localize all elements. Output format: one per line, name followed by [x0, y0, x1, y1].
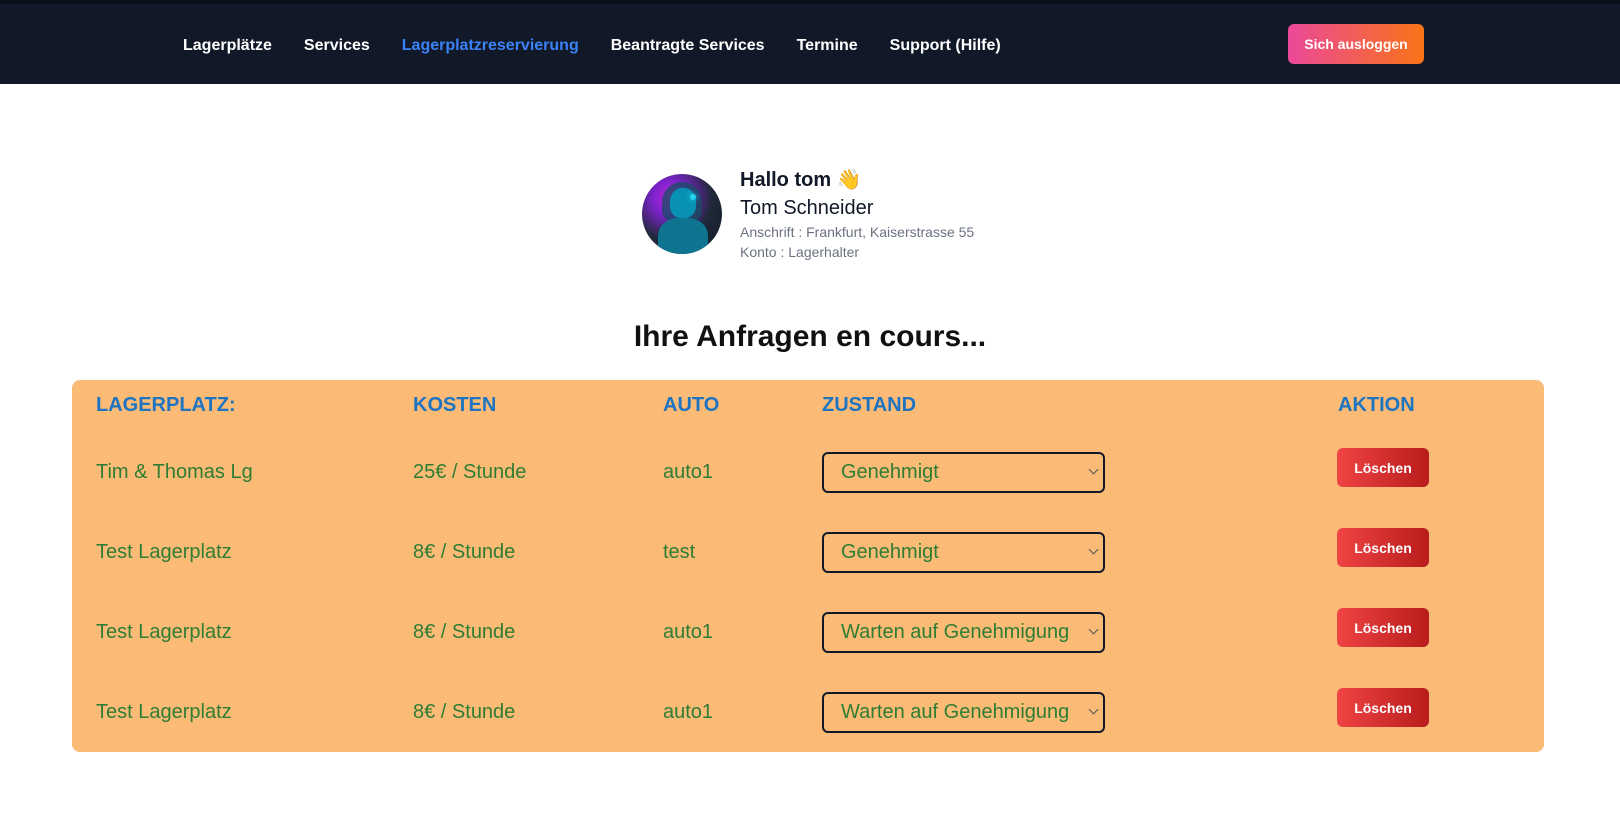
top-navbar: Lagerplätze Services Lagerplatzreservier… [0, 0, 1620, 84]
chevron-down-icon [1088, 464, 1099, 475]
column-header-auto: Auto [663, 394, 720, 416]
avatar-glow [690, 194, 696, 200]
greeting: Hallo tom 👋 [740, 169, 862, 191]
nav-item-lagerplatzreservierung[interactable]: Lagerplatzreservierung [402, 37, 579, 55]
cell-kosten: 8€ / Stunde [413, 621, 516, 643]
profile-info: Hallo tom 👋 Tom Schneider Anschrift : Fr… [740, 166, 974, 262]
cell-auto: auto1 [663, 621, 714, 643]
chevron-down-icon [1088, 544, 1099, 555]
delete-button[interactable]: Löschen [1337, 448, 1429, 487]
cell-lagerplatz: Tim & Thomas Lg [96, 461, 253, 483]
column-header-lagerplatz: Lagerplatz: [96, 394, 236, 416]
profile-card: Hallo tom 👋 Tom Schneider Anschrift : Fr… [642, 166, 974, 262]
cell-auto: test [663, 541, 696, 563]
user-account: Konto : Lagerhalter [740, 244, 860, 260]
status-select-value: Warten auf Genehmigung [841, 621, 1070, 643]
requests-table [72, 380, 1544, 752]
nav-item-beantragte-services[interactable]: Beantragte Services [611, 37, 765, 55]
status-select[interactable]: Genehmigt [822, 452, 1105, 493]
cell-auto: auto1 [663, 461, 714, 483]
column-header-zustand: Zustand [822, 394, 917, 416]
main-nav: Lagerplätze Services Lagerplatzreservier… [183, 4, 1001, 88]
avatar-body [658, 218, 708, 254]
nav-item-services[interactable]: Services [304, 37, 370, 55]
cell-lagerplatz: Test Lagerplatz [96, 541, 232, 563]
delete-button[interactable]: Löschen [1337, 608, 1429, 647]
delete-button[interactable]: Löschen [1337, 688, 1429, 727]
status-select-value: Warten auf Genehmigung [841, 701, 1070, 723]
avatar [642, 174, 722, 254]
nav-item-lagerplaetze[interactable]: Lagerplätze [183, 37, 272, 55]
cell-kosten: 25€ / Stunde [413, 461, 527, 483]
status-select[interactable]: Genehmigt [822, 532, 1105, 573]
status-select-value: Genehmigt [841, 461, 939, 483]
cell-kosten: 8€ / Stunde [413, 701, 516, 723]
avatar-head [670, 188, 696, 218]
cell-lagerplatz: Test Lagerplatz [96, 621, 232, 643]
nav-item-termine[interactable]: Termine [797, 37, 858, 55]
column-header-kosten: Kosten [413, 394, 497, 416]
logout-button[interactable]: Sich ausloggen [1288, 24, 1424, 64]
cell-lagerplatz: Test Lagerplatz [96, 701, 232, 723]
status-select-value: Genehmigt [841, 541, 939, 563]
page-title: Ihre Anfragen en cours... [633, 320, 987, 353]
status-select[interactable]: Warten auf Genehmigung [822, 612, 1105, 653]
user-name: Tom Schneider [740, 197, 874, 219]
status-select[interactable]: Warten auf Genehmigung [822, 692, 1105, 733]
cell-kosten: 8€ / Stunde [413, 541, 516, 563]
user-address: Anschrift : Frankfurt, Kaiserstrasse 55 [740, 224, 975, 240]
cell-auto: auto1 [663, 701, 714, 723]
chevron-down-icon [1088, 704, 1099, 715]
chevron-down-icon [1088, 624, 1099, 635]
column-header-aktion: Aktion [1338, 394, 1415, 416]
nav-item-support[interactable]: Support (Hilfe) [890, 37, 1001, 55]
delete-button[interactable]: Löschen [1337, 528, 1429, 567]
